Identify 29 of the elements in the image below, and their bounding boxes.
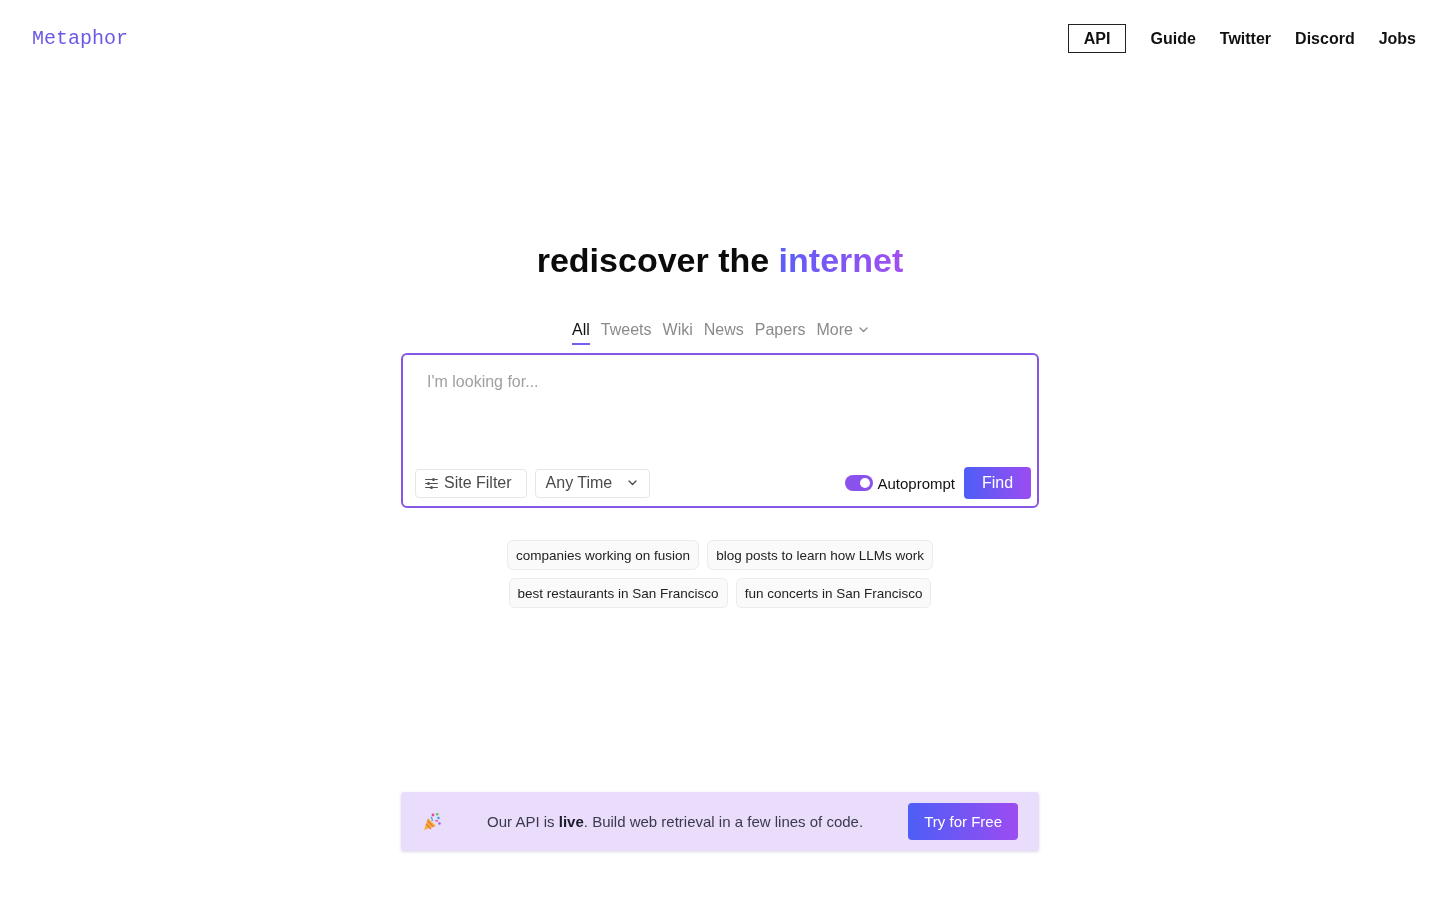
- category-tab[interactable]: All: [572, 319, 590, 345]
- nav-link[interactable]: Twitter: [1219, 25, 1272, 52]
- chevron-down-icon: [628, 480, 638, 486]
- nav-link[interactable]: Jobs: [1378, 25, 1416, 52]
- nav-link[interactable]: Discord: [1295, 25, 1355, 52]
- category-tab[interactable]: News: [703, 319, 744, 345]
- try-for-free-button[interactable]: Try for Free: [908, 803, 1018, 840]
- nav-link[interactable]: Guide: [1150, 25, 1196, 52]
- sliders-icon: [425, 477, 438, 489]
- time-range-select[interactable]: Any Time: [534, 468, 651, 498]
- suggestion-chip[interactable]: companies working on fusion: [507, 540, 700, 570]
- find-button[interactable]: Find: [964, 467, 1031, 499]
- autoprompt-toggle[interactable]: [845, 475, 874, 491]
- site-filter-button[interactable]: Site Filter: [415, 468, 527, 498]
- suggestion-chip[interactable]: best restaurants in San Francisco: [508, 578, 728, 608]
- suggestion-chip[interactable]: blog posts to learn how LLMs work: [707, 540, 933, 570]
- more-dropdown-tab[interactable]: More: [816, 319, 868, 345]
- hero-heading: rediscover the internet: [536, 240, 904, 281]
- search-box[interactable]: I'm looking for... Site Filter Any Time Autoprompt Find: [401, 353, 1039, 508]
- autoprompt-label: Autoprompt: [877, 474, 955, 492]
- party-popper-icon: [423, 812, 442, 831]
- category-tab[interactable]: Wiki: [662, 319, 693, 345]
- suggestion-chip[interactable]: fun concerts in San Francisco: [735, 578, 932, 608]
- search-input[interactable]: I'm looking for...: [403, 355, 1037, 467]
- logo-link[interactable]: Metaphor: [32, 24, 128, 53]
- chevron-down-icon: [858, 327, 868, 333]
- banner-text: Our API is live. Build web retrieval in a few lines of code.: [487, 813, 864, 830]
- category-tab[interactable]: Tweets: [600, 319, 652, 345]
- category-tab[interactable]: Papers: [754, 319, 806, 345]
